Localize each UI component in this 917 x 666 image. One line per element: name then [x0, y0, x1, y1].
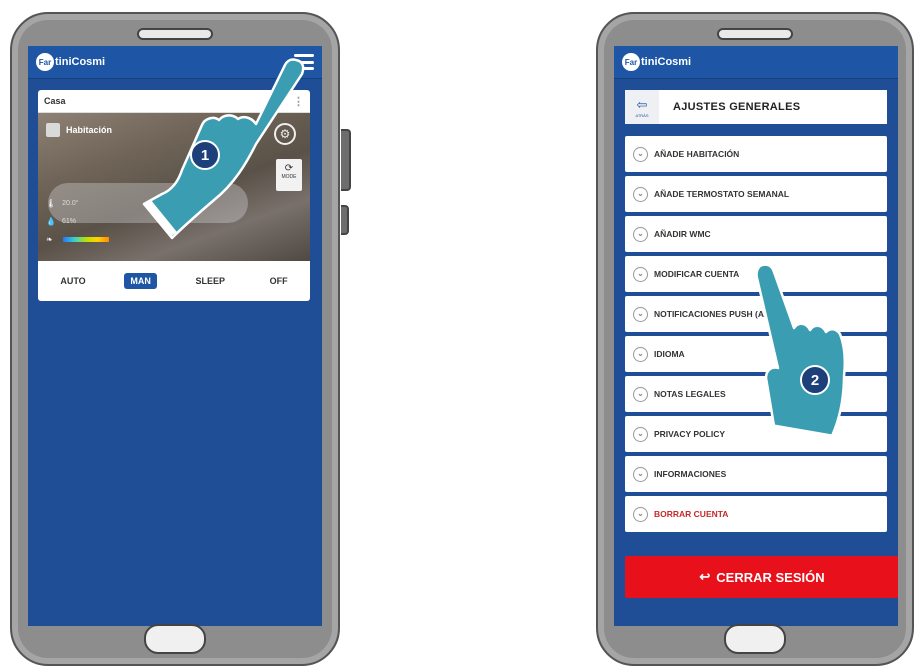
menu-item-legal-notes[interactable]: ⌄ NOTAS LEGALES: [625, 376, 887, 412]
settings-menu: ⌄ AÑADE HABITACIÓN ⌄ AÑADE TERMOSTATO SEMA…: [625, 136, 887, 536]
room-tile[interactable]: Habitación ⚙ ⟳ MODE 🌡 20.0° 💧 61% ❧: [38, 113, 310, 261]
mode-off[interactable]: OFF: [264, 273, 294, 289]
menu-item-edit-account[interactable]: ⌄ MODIFICAR CUENTA: [625, 256, 887, 292]
room-name: Habitación: [66, 125, 113, 135]
efficiency-readout: ❧: [46, 235, 109, 244]
menu-item-label: NOTAS LEGALES: [654, 389, 726, 399]
screen-home: Far tiniCosmi Casa ⋮ Habitación ⚙ ⟳ MODE: [28, 46, 322, 626]
speaker-grille: [137, 28, 213, 40]
home-card: Casa ⋮ Habitación ⚙ ⟳ MODE 🌡 20.0° 💧 61%…: [38, 90, 310, 301]
mode-sleep[interactable]: SLEEP: [189, 273, 231, 289]
leaf-icon: ❧: [46, 235, 53, 244]
menu-item-label: BORRAR CUENTA: [654, 509, 729, 519]
logout-button[interactable]: ↩ CERRAR SESIÓN: [625, 556, 898, 598]
brand-logo-mark: Far: [36, 53, 54, 71]
brand-logo-mark: Far: [622, 53, 640, 71]
chevron-down-icon: ⌄: [633, 466, 648, 482]
back-button[interactable]: ⇦ ATRÁS: [625, 90, 659, 124]
temperature-readout: 🌡 20.0°: [46, 199, 79, 208]
room-icon: [46, 123, 60, 137]
chevron-down-icon: ⌄: [633, 386, 648, 402]
settings-header: ⇦ ATRÁS AJUSTES GENERALES: [625, 90, 887, 124]
home-button[interactable]: [724, 624, 786, 654]
mode-selector: AUTO MAN SLEEP OFF: [38, 261, 310, 301]
menu-item-label: NOTIFICACIONES PUSH (APP): [654, 309, 779, 319]
menu-item-information[interactable]: ⌄ INFORMACIONES: [625, 456, 887, 492]
hamburger-icon[interactable]: [294, 54, 314, 70]
temperature-value: 20.0°: [62, 200, 79, 207]
room-title: Habitación: [46, 123, 112, 137]
mode-auto[interactable]: AUTO: [54, 273, 91, 289]
app-header: Far tiniCosmi: [614, 46, 898, 79]
menu-item-label: AÑADE TERMOSTATO SEMANAL: [654, 189, 790, 199]
step-badge-1: 1: [190, 140, 220, 170]
humidity-icon: 💧: [46, 217, 56, 226]
app-header: Far tiniCosmi: [28, 46, 322, 79]
menu-item-label: IDIOMA: [654, 349, 685, 359]
humidity-value: 61%: [61, 218, 76, 225]
phone-right: Far tiniCosmi ⇦ ATRÁS AJUSTES GENERALES …: [596, 12, 914, 666]
refresh-icon: ⟳: [284, 163, 294, 174]
speaker-grille: [717, 28, 793, 40]
card-header: Casa ⋮: [38, 90, 310, 113]
brand-logo-text: tiniCosmi: [641, 56, 692, 68]
chevron-down-icon: ⌄: [633, 146, 648, 162]
mode-button-label: MODE: [281, 174, 297, 180]
screen-settings: Far tiniCosmi ⇦ ATRÁS AJUSTES GENERALES …: [614, 46, 898, 626]
gear-icon[interactable]: ⚙: [274, 123, 296, 145]
menu-item-label: INFORMACIONES: [654, 469, 727, 479]
more-options-icon[interactable]: ⋮: [293, 95, 304, 108]
logout-arrow-icon: ↩: [699, 569, 711, 584]
menu-item-add-wmc[interactable]: ⌄ AÑADIR WMC: [625, 216, 887, 252]
mode-man[interactable]: MAN: [124, 273, 157, 289]
chevron-down-icon: ⌄: [633, 186, 648, 202]
chevron-down-icon: ⌄: [633, 426, 648, 442]
home-button[interactable]: [144, 624, 206, 654]
menu-item-push-notifications[interactable]: ⌄ NOTIFICACIONES PUSH (APP): [625, 296, 887, 332]
page-title: AJUSTES GENERALES: [673, 101, 801, 113]
efficiency-bar: [62, 237, 109, 242]
logout-label: CERRAR SESIÓN: [716, 569, 825, 585]
brand-logo: Far tiniCosmi: [622, 53, 691, 71]
chevron-down-icon: ⌄: [633, 266, 648, 282]
brand-logo-text: tiniCosmi: [55, 56, 106, 68]
back-arrow-icon: ⇦: [636, 96, 648, 112]
menu-item-add-room[interactable]: ⌄ AÑADE HABITACIÓN: [625, 136, 887, 172]
humidity-readout: 💧 61%: [46, 217, 76, 226]
menu-item-add-weekly-thermostat[interactable]: ⌄ AÑADE TERMOSTATO SEMANAL: [625, 176, 887, 212]
phone-left: Far tiniCosmi Casa ⋮ Habitación ⚙ ⟳ MODE: [10, 12, 340, 666]
menu-item-label: MODIFICAR CUENTA: [654, 269, 740, 279]
chevron-down-icon: ⌄: [633, 226, 648, 242]
mode-button[interactable]: ⟳ MODE: [276, 159, 302, 191]
chevron-down-icon: ⌄: [633, 506, 648, 522]
chevron-down-icon: ⌄: [633, 306, 648, 322]
menu-item-label: AÑADE HABITACIÓN: [654, 149, 740, 159]
back-label: ATRÁS: [635, 112, 649, 118]
menu-item-label: AÑADIR WMC: [654, 229, 711, 239]
card-title: Casa: [44, 96, 66, 106]
menu-item-label: PRIVACY POLICY: [654, 429, 726, 439]
thermometer-icon: 🌡: [46, 199, 57, 208]
brand-logo: Far tiniCosmi: [36, 53, 105, 71]
chevron-down-icon: ⌄: [633, 346, 648, 362]
menu-item-language[interactable]: ⌄ IDIOMA: [625, 336, 887, 372]
menu-item-delete-account[interactable]: ⌄ BORRAR CUENTA: [625, 496, 887, 532]
step-badge-2: 2: [800, 365, 830, 395]
menu-item-privacy-policy[interactable]: ⌄ PRIVACY POLICY: [625, 416, 887, 452]
